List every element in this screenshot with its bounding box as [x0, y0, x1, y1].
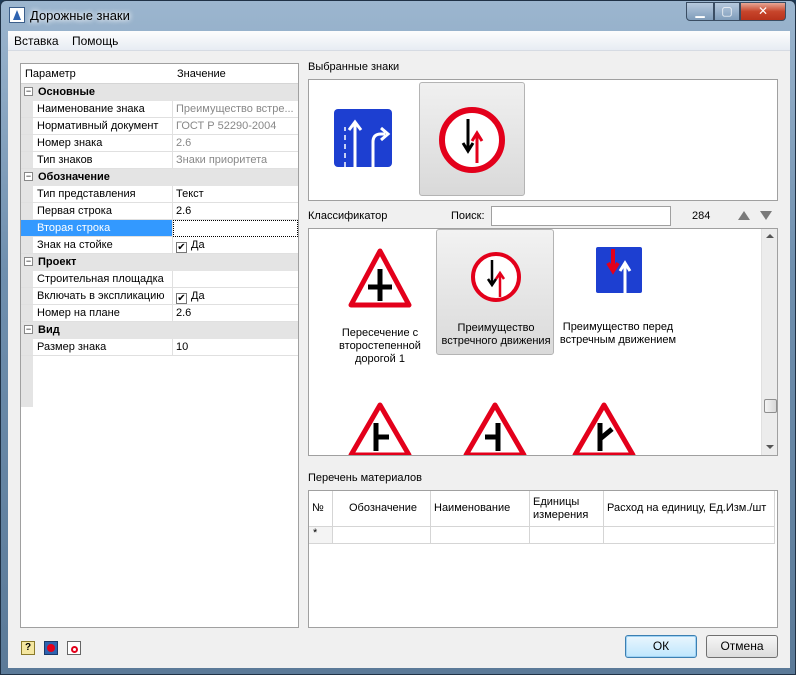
gost-icon[interactable]	[67, 641, 81, 655]
prop-repr-type[interactable]: Тип представления Текст	[21, 186, 298, 203]
menu-insert[interactable]: Вставка	[14, 34, 59, 48]
priority-over-oncoming-sign-icon	[594, 245, 644, 295]
search-label: Поиск:	[451, 210, 485, 222]
prop-first-line[interactable]: Первая строка 2.6	[21, 203, 298, 220]
scroll-thumb[interactable]	[764, 399, 777, 413]
intersection-secondary-sign-icon	[348, 248, 412, 308]
header-value: Значение	[177, 68, 226, 80]
move-down-icon[interactable]	[760, 211, 772, 220]
col-code[interactable]: Обозначение	[333, 491, 431, 527]
include-checkbox[interactable]: ✔	[176, 293, 187, 304]
col-no[interactable]: №	[309, 491, 333, 527]
help-icon[interactable]: ?	[21, 641, 35, 655]
prop-size[interactable]: Размер знака 10	[21, 339, 298, 356]
junction-left-sign-icon[interactable]	[436, 399, 554, 456]
prop-norm-doc[interactable]: Нормативный документ ГОСТ Р 52290-2004	[21, 118, 298, 135]
prop-include[interactable]: Включать в экспликацию ✔ Да	[21, 288, 298, 305]
selected-sign-oncoming-priority[interactable]	[419, 82, 525, 196]
app-icon	[9, 7, 25, 23]
col-rate[interactable]: Расход на единицу, Ед.Изм./шт	[604, 491, 775, 527]
second-line-input[interactable]	[173, 220, 298, 237]
category-basic[interactable]: − Основные	[21, 84, 298, 101]
prop-site[interactable]: Строительная площадка	[21, 271, 298, 288]
cancel-button[interactable]: Отмена	[706, 635, 778, 658]
dialog-window: Дорожные знаки ▁ ▢ ✕ Вставка Помощь Пара…	[0, 0, 796, 675]
category-project[interactable]: − Проект	[21, 254, 298, 271]
prop-plan-number[interactable]: Номер на плане 2.6	[21, 305, 298, 322]
cell-name[interactable]	[431, 527, 530, 544]
selected-signs-panel	[308, 79, 778, 201]
result-count: 284	[692, 210, 711, 222]
col-units[interactable]: Единицы измерения	[530, 491, 604, 527]
selected-sign-lane-direction[interactable]	[311, 82, 417, 196]
category-view[interactable]: − Вид	[21, 322, 298, 339]
prop-sign-type[interactable]: Тип знаков Знаки приоритета	[21, 152, 298, 169]
header-param: Параметр	[25, 68, 76, 80]
prop-second-line[interactable]: Вторая строка	[21, 220, 298, 237]
property-grid: Параметр Значение − Основные Наименование…	[20, 63, 299, 628]
junction-oblique-sign-icon[interactable]	[545, 399, 663, 456]
prop-on-post[interactable]: Знак на стойке ✔ Да	[21, 237, 298, 254]
classifier-label: Классификатор	[308, 210, 388, 222]
oncoming-priority-sign-icon	[471, 252, 521, 302]
classifier-item-intersection[interactable]: Пересечение с второстепенной дорогой 1	[321, 235, 439, 375]
oncoming-priority-sign-icon	[439, 107, 505, 173]
classifier-list: Пересечение с второстепенной дорогой 1 П…	[308, 228, 778, 456]
scroll-down-icon[interactable]	[766, 445, 774, 449]
prop-sign-number[interactable]: Номер знака 2.6	[21, 135, 298, 152]
on-post-checkbox[interactable]: ✔	[176, 242, 187, 253]
selected-label: Выбранные знаки	[308, 61, 400, 73]
scroll-up-icon[interactable]	[766, 234, 774, 238]
move-up-icon[interactable]	[738, 211, 750, 220]
classifier-scrollbar[interactable]	[761, 229, 777, 455]
window-title: Дорожные знаки	[30, 8, 130, 23]
menu-help[interactable]: Помощь	[72, 34, 118, 48]
classifier-item-oncoming-priority[interactable]: Преимущество встречного движения	[436, 229, 554, 355]
search-input[interactable]	[491, 206, 671, 226]
sign-settings-icon[interactable]	[44, 641, 58, 655]
lane-direction-sign-icon	[331, 106, 395, 170]
close-button[interactable]: ✕	[740, 2, 786, 21]
junction-right-sign-icon[interactable]	[321, 399, 439, 456]
grid-header: Параметр Значение	[21, 64, 298, 84]
cell-units[interactable]	[530, 527, 604, 544]
materials-label: Перечень материалов	[308, 472, 422, 484]
category-designation[interactable]: − Обозначение	[21, 169, 298, 186]
ok-button[interactable]: ОК	[625, 635, 697, 658]
minimize-button[interactable]: ▁	[686, 2, 714, 21]
maximize-button[interactable]: ▢	[714, 2, 740, 21]
menu-bar: Вставка Помощь	[8, 31, 790, 51]
new-row-marker: *	[309, 527, 333, 544]
dialog-client: Вставка Помощь Параметр Значение − Основн…	[8, 31, 790, 668]
cell-rate[interactable]	[604, 527, 775, 544]
materials-table: № Обозначение Наименование Единицы измер…	[308, 490, 778, 628]
col-name[interactable]: Наименование	[431, 491, 530, 527]
classifier-item-priority-over-oncoming[interactable]: Преимущество перед встречным движением	[559, 235, 677, 375]
title-bar[interactable]: Дорожные знаки ▁ ▢ ✕	[1, 1, 795, 31]
prop-sign-name[interactable]: Наименование знака Преимущество встре...	[21, 101, 298, 118]
cell-code[interactable]	[333, 527, 431, 544]
